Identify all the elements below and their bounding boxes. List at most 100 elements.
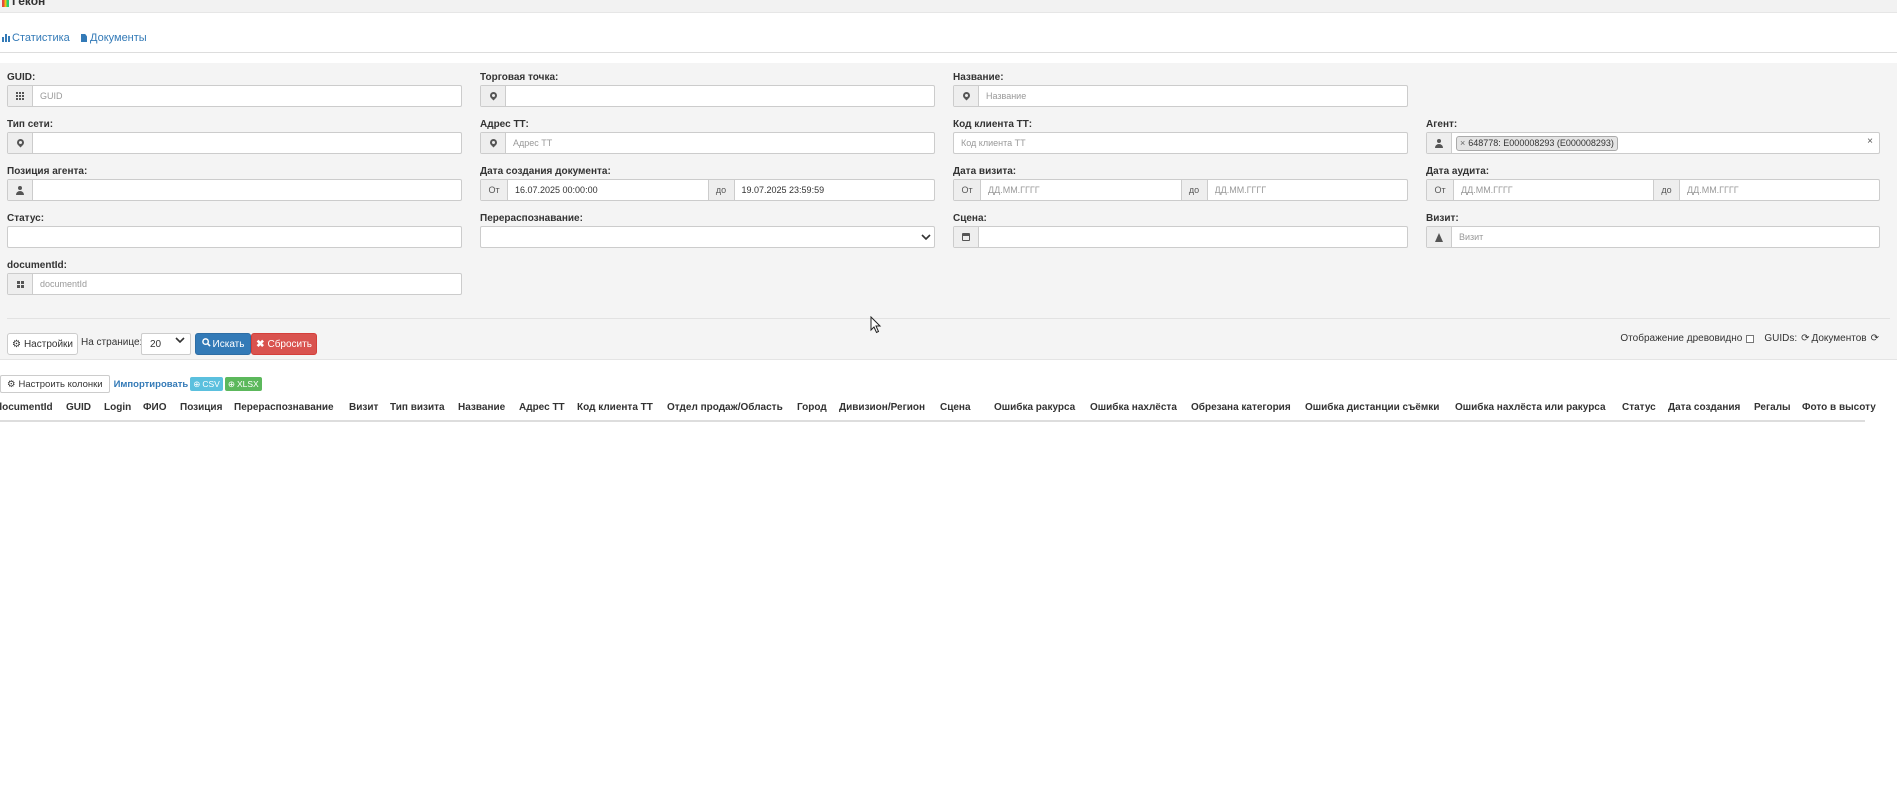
column-header[interactable]: Статус <box>1622 402 1656 413</box>
column-header[interactable]: documentId <box>0 402 53 413</box>
search-button[interactable]: Искать <box>195 333 251 355</box>
scene-label: Сцена: <box>953 213 987 224</box>
agent-position-input[interactable] <box>33 180 461 200</box>
name-label: Название: <box>953 72 1004 83</box>
from-addon: От <box>1427 180 1454 200</box>
document-id-label: documentId: <box>7 260 67 271</box>
network-type-input[interactable] <box>33 133 461 153</box>
column-header[interactable]: Позиция <box>180 402 222 413</box>
app-title: Гекон <box>12 0 46 8</box>
status-input[interactable] <box>8 227 461 247</box>
column-header[interactable]: Дивизион/Регион <box>839 402 925 413</box>
audit-date-to-input[interactable] <box>1680 180 1879 200</box>
map-marker-icon <box>954 86 979 106</box>
trade-point-input[interactable] <box>506 86 934 106</box>
refresh-icon: ⟳ <box>1801 333 1810 344</box>
audit-date-from-input[interactable] <box>1454 180 1653 200</box>
agent-position-label: Позиция агента: <box>7 166 88 177</box>
tab-statistics[interactable]: Статистика <box>2 32 70 44</box>
doc-created-from-input[interactable] <box>508 180 708 200</box>
agent-clear-button[interactable]: × <box>1867 136 1873 147</box>
scene-input[interactable] <box>979 227 1407 247</box>
filter-divider <box>7 318 1890 319</box>
filter-scene: Сцена: <box>953 212 1408 248</box>
agent-select[interactable]: × 648778: E000008293 (E000008293) × <box>1452 133 1879 153</box>
filter-tt-address: Адрес ТТ: <box>480 118 935 154</box>
column-header[interactable]: Код клиента ТТ <box>577 402 653 413</box>
grid-icon <box>8 86 33 106</box>
column-header[interactable]: Сцена <box>940 402 971 413</box>
status-label: Статус: <box>7 213 45 224</box>
column-header[interactable]: ФИО <box>143 402 167 413</box>
settings-label: Настройки <box>23 338 73 350</box>
column-header[interactable]: Ошибка нахлёста или ракурса <box>1455 402 1606 413</box>
tree-view-checkbox[interactable] <box>1746 334 1755 343</box>
configure-columns-label: Настроить колонки <box>18 378 103 390</box>
column-header[interactable]: Отдел продаж/Область <box>667 402 783 413</box>
rerecognition-select[interactable] <box>480 226 935 248</box>
app-logo[interactable]: Гекон <box>2 0 45 8</box>
rerecognition-label: Перераспознавание: <box>480 213 583 224</box>
visit-input[interactable] <box>1452 227 1879 247</box>
guid-input[interactable] <box>33 86 461 106</box>
from-addon: От <box>481 180 508 200</box>
audit-date-label: Дата аудита: <box>1426 166 1490 177</box>
visit-date-label: Дата визита: <box>953 166 1017 177</box>
filter-visit-date: Дата визита: От до <box>953 165 1408 201</box>
mouse-cursor-icon <box>870 315 882 337</box>
import-csv-button[interactable]: ⊕ CSV <box>190 377 223 391</box>
doc-created-to-input[interactable] <box>734 180 934 200</box>
nav-tabs: Статистика Документы <box>0 28 1897 53</box>
per-page-value: 20 <box>150 338 162 350</box>
tt-client-code-label: Код клиента ТТ: <box>953 119 1033 130</box>
bar-chart-icon <box>2 34 10 42</box>
agent-label: Агент: <box>1426 119 1458 130</box>
column-header[interactable]: Перераспознавание <box>234 402 334 413</box>
trade-point-label: Торговая точка: <box>480 72 559 83</box>
settings-button[interactable]: ⚙ Настройки <box>7 333 78 355</box>
column-header[interactable]: GUID <box>66 402 91 413</box>
refresh-icon[interactable]: ⟳ <box>1871 333 1879 344</box>
column-header[interactable]: Дата создания <box>1668 402 1740 413</box>
column-header[interactable]: Ошибка дистанции съёмки <box>1305 402 1439 413</box>
column-header[interactable]: Login <box>104 402 131 413</box>
column-header[interactable]: Ошибка ракурса <box>994 402 1075 413</box>
import-xlsx-button[interactable]: ⊕ XLSX <box>224 377 262 391</box>
column-header[interactable]: Регалы <box>1754 402 1791 413</box>
column-header[interactable]: Город <box>797 402 827 413</box>
visit-date-to-input[interactable] <box>1207 180 1407 200</box>
column-header[interactable]: Название <box>458 402 505 413</box>
visit-date-from-input[interactable] <box>981 180 1181 200</box>
agent-tag-remove[interactable]: × <box>1460 138 1465 148</box>
from-addon: От <box>954 180 981 200</box>
plus-circle-icon: ⊕ <box>193 378 201 389</box>
to-addon: до <box>1653 180 1680 200</box>
name-input[interactable] <box>979 86 1407 106</box>
documents-link-label: Документов <box>1811 333 1867 344</box>
document-id-input[interactable] <box>33 274 461 294</box>
column-header[interactable]: Адрес ТТ <box>519 402 565 413</box>
column-header[interactable]: Фото в высоту <box>1802 402 1876 413</box>
tab-documents[interactable]: Документы <box>81 32 147 44</box>
column-header[interactable]: Ошибка нахлёста <box>1090 402 1177 413</box>
column-header[interactable]: Обрезана категория <box>1191 402 1291 413</box>
column-header[interactable]: Тип визита <box>390 402 445 413</box>
import-link[interactable]: Импортировать <box>114 379 189 390</box>
tt-address-input[interactable] <box>506 133 934 153</box>
filter-document-id: documentId: <box>7 259 462 295</box>
tt-client-code-input[interactable] <box>954 133 1407 153</box>
top-bar: Гекон <box>0 0 1897 13</box>
per-page-select[interactable]: 20 <box>141 333 191 355</box>
configure-columns-button[interactable]: ⚙ Настроить колонки <box>0 375 110 393</box>
table-header: documentId GUID Login ФИО Позиция Перера… <box>0 396 1876 422</box>
search-label: Искать <box>212 338 245 350</box>
column-header[interactable]: Визит <box>349 402 378 413</box>
tab-statistics-label: Статистика <box>12 32 70 44</box>
reset-button[interactable]: ✖ Сбросить <box>251 333 317 355</box>
close-icon: ✖ <box>256 338 265 350</box>
filter-agent: Агент: × 648778: E000008293 (E000008293) … <box>1426 118 1880 154</box>
view-options: Отображение древовидно GUIDs: ⟳ Документо… <box>1620 333 1879 344</box>
tree-view-label: Отображение древовидно <box>1620 333 1743 344</box>
filter-rerecognition: Перераспознавание: <box>480 212 935 248</box>
documents-refresh-link[interactable]: ⟳ Документов <box>1801 333 1867 344</box>
